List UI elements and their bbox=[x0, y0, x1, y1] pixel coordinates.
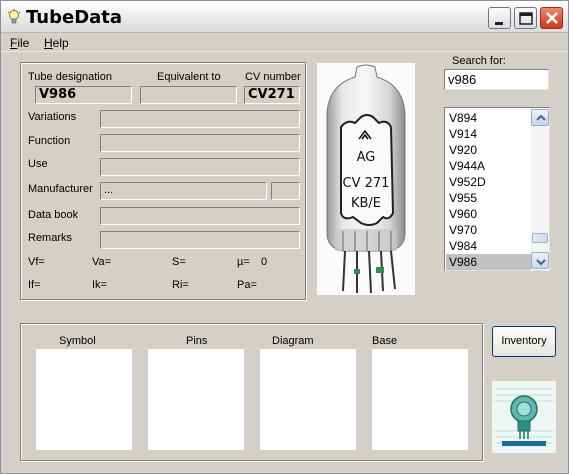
pins-panel bbox=[148, 349, 244, 450]
minimize-button[interactable] bbox=[488, 7, 511, 29]
cv-number-field[interactable]: CV271 bbox=[244, 86, 300, 104]
list-item[interactable]: V914 bbox=[446, 126, 531, 142]
photo-marking-3: KB/E bbox=[351, 196, 381, 211]
use-label: Use bbox=[28, 158, 48, 170]
remarks-field[interactable] bbox=[100, 231, 300, 249]
results-listbox[interactable]: V894 V914 V920 V944A V952D V955 V960 V97… bbox=[444, 107, 550, 271]
list-item[interactable]: V955 bbox=[446, 190, 531, 206]
results-scrollbar[interactable] bbox=[531, 109, 549, 269]
data-book-field[interactable] bbox=[100, 207, 300, 225]
list-item-selected[interactable]: V986 bbox=[446, 254, 531, 270]
menu-bar: File Help bbox=[1, 34, 568, 52]
vf-label: Vf= bbox=[28, 256, 45, 268]
diagram-panel bbox=[260, 349, 356, 450]
search-input[interactable]: v986 bbox=[444, 69, 549, 90]
list-item[interactable]: V894 bbox=[446, 110, 531, 126]
list-item[interactable]: V984 bbox=[446, 238, 531, 254]
photo-marking-1: AG bbox=[357, 150, 376, 165]
tube-designation-field[interactable]: V986 bbox=[35, 86, 132, 104]
maximize-icon bbox=[519, 12, 533, 25]
manufacturer-field[interactable]: ... bbox=[100, 182, 267, 200]
app-window: TubeData File Help Tube designation Equi… bbox=[0, 0, 569, 474]
equivalent-to-label: Equivalent to bbox=[157, 71, 221, 83]
manufacturer-code-field[interactable] bbox=[271, 182, 300, 200]
tube-photo-drawing: AG CV 271 KB/E bbox=[326, 64, 406, 294]
variations-label: Variations bbox=[28, 111, 77, 123]
list-item[interactable]: V944A bbox=[446, 158, 531, 174]
scroll-up-button[interactable] bbox=[531, 109, 549, 126]
chevron-up-icon bbox=[536, 114, 546, 121]
remarks-label: Remarks bbox=[28, 232, 73, 244]
menu-help[interactable]: Help bbox=[44, 36, 69, 50]
list-item[interactable]: V920 bbox=[446, 142, 531, 158]
base-label: Base bbox=[372, 335, 398, 347]
data-book-label: Data book bbox=[28, 209, 79, 221]
diagram-label: Diagram bbox=[272, 335, 314, 347]
tube-designation-label: Tube designation bbox=[28, 71, 112, 83]
menu-file[interactable]: File bbox=[10, 36, 29, 50]
tube-photo: AG CV 271 KB/E bbox=[317, 63, 415, 295]
equivalent-to-field[interactable] bbox=[140, 86, 237, 104]
symbol-panel bbox=[36, 349, 132, 450]
function-field[interactable] bbox=[100, 134, 300, 152]
list-item[interactable]: V970 bbox=[446, 222, 531, 238]
ri-label: Ri= bbox=[172, 279, 189, 291]
ik-label: Ik= bbox=[92, 279, 107, 291]
close-button[interactable] bbox=[540, 7, 563, 29]
s-label: S= bbox=[172, 256, 186, 268]
list-item[interactable]: V952D bbox=[446, 174, 531, 190]
manufacturer-label: Manufacturer bbox=[28, 183, 93, 195]
mu-label: µ= bbox=[237, 256, 250, 268]
title-bar[interactable]: TubeData bbox=[1, 1, 568, 33]
list-item[interactable]: V960 bbox=[446, 206, 531, 222]
if-label: If= bbox=[28, 279, 41, 291]
app-logo bbox=[492, 381, 556, 453]
scroll-thumb[interactable] bbox=[532, 233, 548, 243]
chevron-down-icon bbox=[536, 259, 546, 266]
base-panel bbox=[372, 349, 468, 450]
tube-logo-icon bbox=[492, 381, 556, 453]
window-title: TubeData bbox=[26, 7, 123, 28]
pins-label: Pins bbox=[186, 335, 208, 347]
inventory-button[interactable]: Inventory bbox=[492, 326, 556, 357]
lightbulb-icon bbox=[7, 9, 21, 25]
symbol-label: Symbol bbox=[59, 335, 96, 347]
va-label: Va= bbox=[92, 256, 112, 268]
photo-marking-2: CV 271 bbox=[343, 176, 390, 191]
pa-label: Pa= bbox=[237, 279, 257, 291]
maximize-button[interactable] bbox=[514, 7, 537, 29]
search-label: Search for: bbox=[452, 55, 506, 67]
cv-number-label: CV number bbox=[245, 71, 301, 83]
scroll-down-button[interactable] bbox=[531, 252, 549, 269]
minimize-icon bbox=[495, 22, 503, 25]
variations-field[interactable] bbox=[100, 110, 300, 128]
mu-value: 0 bbox=[261, 256, 268, 268]
close-icon bbox=[546, 12, 558, 24]
use-field[interactable] bbox=[100, 158, 300, 176]
function-label: Function bbox=[28, 135, 71, 147]
